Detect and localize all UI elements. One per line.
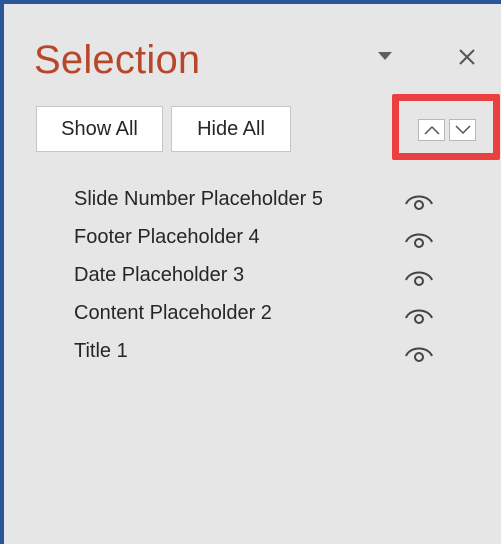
close-button[interactable] [452, 42, 482, 72]
chevron-down-icon [454, 125, 471, 135]
selection-pane: Selection Show All Hide All Slide Number… [0, 0, 501, 544]
eye-icon[interactable] [400, 304, 438, 328]
list-item[interactable]: Title 1 [4, 334, 501, 372]
chevron-up-icon [423, 125, 440, 135]
list-item[interactable]: Content Placeholder 2 [4, 296, 501, 334]
list-item[interactable]: Date Placeholder 3 [4, 258, 501, 296]
eye-icon[interactable] [400, 190, 438, 214]
object-label: Footer Placeholder 4 [74, 226, 260, 248]
close-icon [459, 49, 475, 65]
list-item[interactable]: Footer Placeholder 4 [4, 220, 501, 258]
eye-icon[interactable] [400, 342, 438, 366]
object-label: Date Placeholder 3 [74, 264, 245, 286]
chevron-down-icon [378, 52, 392, 60]
show-all-button[interactable]: Show All [36, 106, 163, 152]
object-label: Slide Number Placeholder 5 [74, 188, 324, 210]
send-backward-button[interactable] [449, 119, 476, 141]
reorder-highlight [392, 94, 500, 160]
eye-icon[interactable] [400, 228, 438, 252]
pane-options-button[interactable] [371, 44, 399, 68]
bring-forward-button[interactable] [418, 119, 445, 141]
eye-icon[interactable] [400, 266, 438, 290]
object-label: Content Placeholder 2 [74, 302, 272, 324]
hide-all-button[interactable]: Hide All [171, 106, 291, 152]
object-label: Title 1 [74, 340, 128, 362]
list-item[interactable]: Slide Number Placeholder 5 [4, 182, 501, 220]
pane-title: Selection [34, 38, 201, 82]
